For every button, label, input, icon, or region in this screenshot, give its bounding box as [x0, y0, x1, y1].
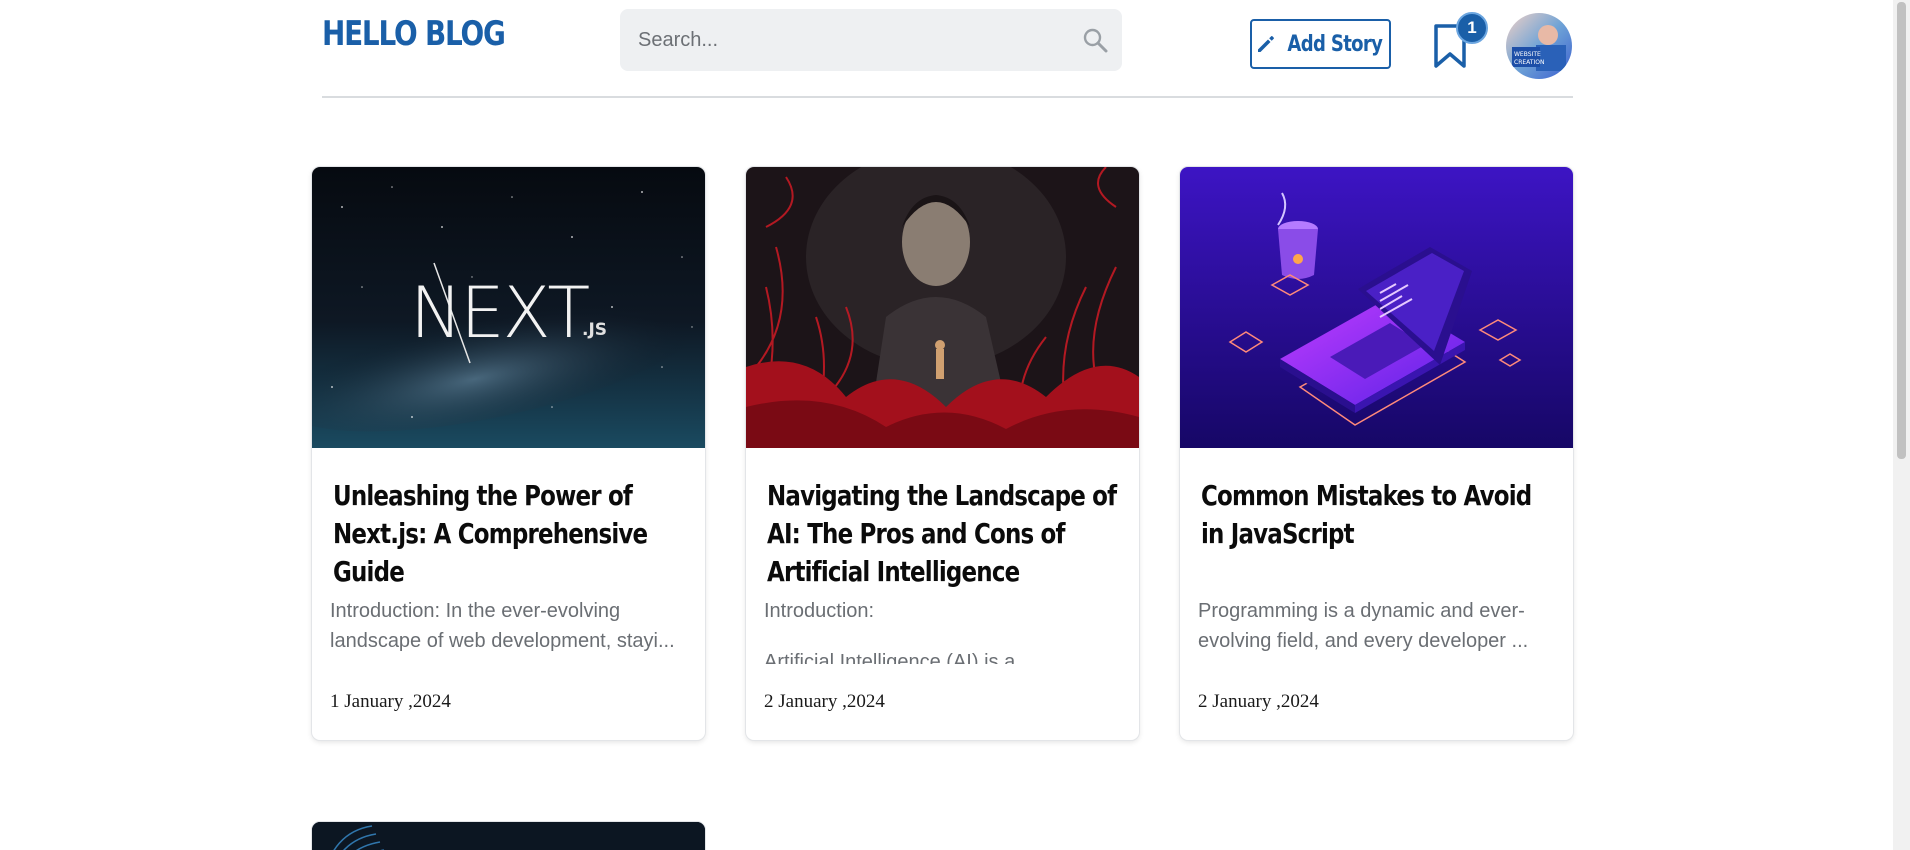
post-excerpt: Introduction: Artificial Intelligence (A…: [764, 596, 1124, 664]
post-card[interactable]: NEXT .JS Unleashing the Power of Next.js…: [312, 167, 705, 740]
user-avatar[interactable]: WEBSITE CREATION: [1506, 13, 1572, 79]
excerpt-line: Programming is a dynamic and ever-evolvi…: [1198, 600, 1529, 652]
page-scrollbar[interactable]: [1893, 0, 1910, 850]
post-excerpt: Introduction: In the ever-evolving lands…: [330, 596, 690, 664]
excerpt-line: Introduction:: [764, 600, 875, 622]
post-card-partial[interactable]: [312, 822, 705, 850]
post-thumbnail[interactable]: [746, 167, 1139, 448]
excerpt-line: Artificial Intelligence (AI) is a: [764, 651, 1016, 664]
search-input[interactable]: [620, 9, 1122, 71]
post-date: 2 January ,2024: [1198, 691, 1319, 712]
add-story-label: Add Story: [1287, 31, 1383, 57]
add-story-button[interactable]: Add Story: [1250, 19, 1391, 69]
post-card[interactable]: Common Mistakes to Avoid in JavaScript P…: [1180, 167, 1573, 740]
avatar-text-2: CREATION: [1514, 59, 1544, 66]
post-card[interactable]: Navigating the Landscape of AI: The Pros…: [746, 167, 1139, 740]
avatar-text-1: WEBSITE: [1514, 51, 1541, 58]
site-logo[interactable]: HELLO BLOG: [322, 14, 506, 54]
post-date: 2 January ,2024: [764, 691, 885, 712]
blog-home-page: HELLO BLOG Add Story 1: [0, 0, 1910, 850]
post-title[interactable]: Common Mistakes to Avoid in JavaScript: [1201, 477, 1554, 553]
post-excerpt: Programming is a dynamic and ever-evolvi…: [1198, 596, 1558, 664]
post-thumbnail[interactable]: NEXT .JS: [312, 167, 705, 448]
post-title[interactable]: Navigating the Landscape of AI: The Pros…: [767, 477, 1120, 591]
bookmark-count-badge: 1: [1456, 12, 1488, 44]
pencil-icon: [1258, 36, 1275, 52]
header-divider: [322, 96, 1573, 98]
scrollbar-thumb[interactable]: [1897, 2, 1906, 459]
post-date: 1 January ,2024: [330, 691, 451, 712]
post-title[interactable]: Unleashing the Power of Next.js: A Compr…: [333, 477, 686, 591]
thumbnail-logo-suffix: .JS: [582, 320, 607, 340]
thumbnail-logo-text: NEXT: [410, 272, 589, 354]
excerpt-line: Introduction: In the ever-evolving lands…: [330, 600, 675, 652]
search-bar: [620, 9, 1122, 71]
post-thumbnail[interactable]: [1180, 167, 1573, 448]
search-icon[interactable]: [1082, 27, 1108, 53]
